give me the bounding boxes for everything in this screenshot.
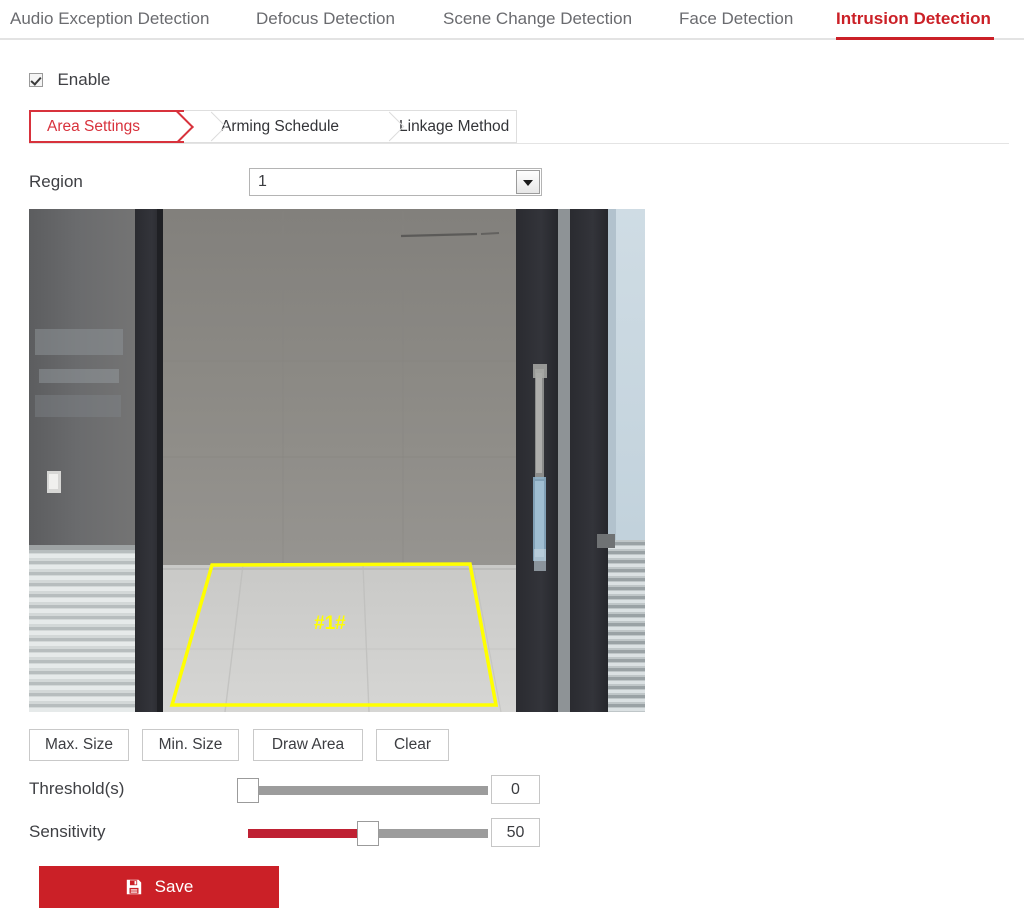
save-button-label: Save (154, 877, 194, 896)
draw-area-button[interactable]: Draw Area (253, 729, 363, 761)
tab-face-detection[interactable]: Face Detection (679, 0, 793, 38)
threshold-s-label: Threshold(s) (29, 779, 125, 798)
detection-type-tabbar: Audio Exception Detection Defocus Detecti… (0, 0, 1024, 40)
detection-region-label: #1# (314, 613, 346, 634)
tab-list: Audio Exception Detection Defocus Detecti… (0, 0, 1024, 38)
video-frame: #1# (29, 209, 645, 712)
threshold-s-value-input[interactable]: 0 (491, 775, 540, 804)
active-wizard-tab-chevron-icon (175, 110, 208, 143)
wizard-tab-arming-schedule[interactable]: Arming Schedule (221, 110, 339, 143)
active-tab-underline (836, 37, 994, 40)
save-button-content: Save (39, 866, 279, 908)
region-selected-value: 1 (258, 173, 267, 190)
tab-audio-exception-detection[interactable]: Audio Exception Detection (10, 0, 209, 38)
chevron-down-icon[interactable] (516, 170, 540, 194)
tab-defocus-detection[interactable]: Defocus Detection (256, 0, 395, 38)
threshold-s-row: Threshold(s) 0 (29, 775, 559, 805)
wizard-tab-linkage-method[interactable]: Linkage Method (399, 110, 509, 143)
floppy-disk-save-icon (126, 879, 141, 895)
clear-button[interactable]: Clear (376, 729, 449, 761)
sensitivity-row: Sensitivity 50 (29, 818, 559, 848)
wizard-strip-underline (29, 143, 1009, 144)
tab-intrusion-detection[interactable]: Intrusion Detection (836, 0, 991, 38)
region-select[interactable]: 1 (249, 168, 542, 196)
area-settings-wizard-tabs: Area Settings Arming Schedule Linkage Meth… (29, 110, 1009, 144)
sensitivity-slider-fill (248, 829, 368, 838)
enable-row: Enable (29, 70, 110, 92)
tab-scene-change-detection[interactable]: Scene Change Detection (443, 0, 632, 38)
enable-label: Enable (57, 70, 111, 89)
sensitivity-value-input[interactable]: 50 (491, 818, 540, 847)
active-wizard-tab-outline (29, 110, 184, 143)
sensitivity-label: Sensitivity (29, 822, 106, 841)
min-size-button[interactable]: Min. Size (142, 729, 239, 761)
enable-checkbox[interactable] (29, 73, 43, 87)
threshold-s-slider-track[interactable] (248, 786, 488, 795)
sensitivity-slider-handle[interactable] (357, 821, 379, 846)
save-button[interactable]: Save (39, 866, 279, 908)
live-video-preview[interactable]: #1# (29, 209, 645, 712)
region-label: Region (29, 172, 83, 191)
threshold-s-slider-handle[interactable] (237, 778, 259, 803)
max-size-button[interactable]: Max. Size (29, 729, 129, 761)
